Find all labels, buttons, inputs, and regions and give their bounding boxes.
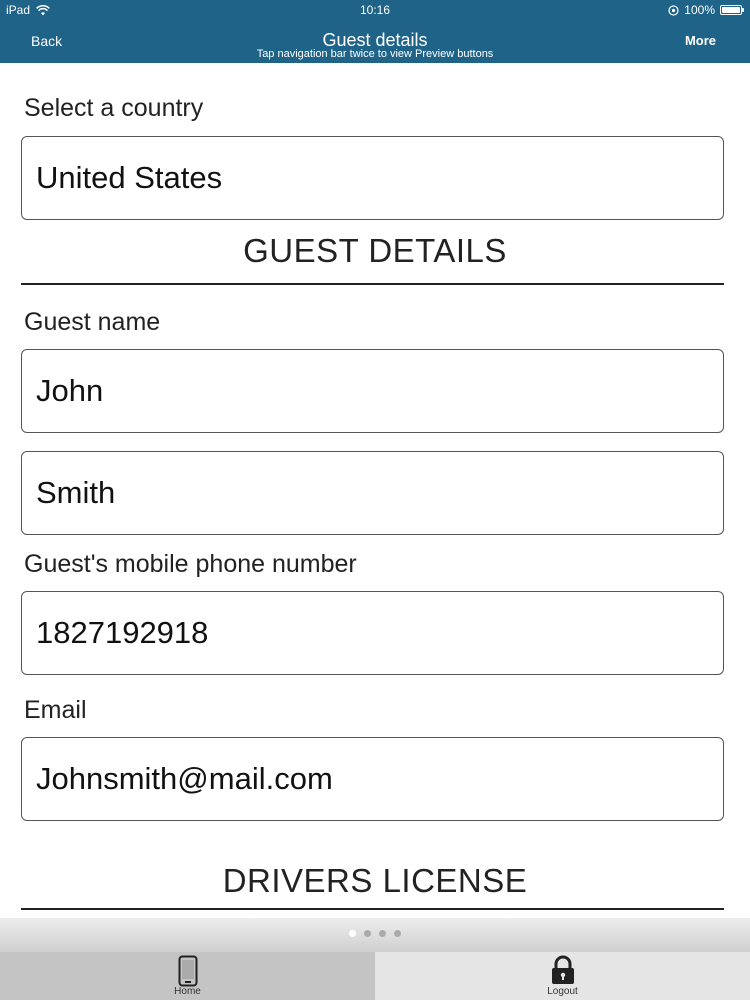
phone-input[interactable] xyxy=(21,591,724,675)
country-select[interactable] xyxy=(21,136,724,220)
drivers-license-divider xyxy=(21,908,724,910)
status-time: 10:16 xyxy=(359,3,391,17)
tab-home-label: Home xyxy=(174,986,201,997)
country-label: Select a country xyxy=(24,94,204,122)
last-name-input[interactable] xyxy=(21,451,724,535)
email-input[interactable] xyxy=(21,737,724,821)
status-right: 100% xyxy=(668,3,744,17)
more-button[interactable]: More xyxy=(685,33,716,48)
guest-details-divider xyxy=(21,283,724,285)
page-dot-3[interactable] xyxy=(379,930,386,937)
email-label: Email xyxy=(24,696,87,724)
phone-label: Guest's mobile phone number xyxy=(24,550,357,578)
tab-logout[interactable]: Logout xyxy=(375,952,750,1000)
navigation-bar[interactable]: iPad 10:16 100% Back Guest details Tap n… xyxy=(0,0,750,63)
page-dot-4[interactable] xyxy=(394,930,401,937)
page-indicator-bar xyxy=(0,918,750,952)
drivers-license-heading: DRIVERS LICENSE xyxy=(222,862,528,899)
guest-details-heading: GUEST DETAILS xyxy=(243,232,507,269)
battery-icon xyxy=(720,5,744,15)
tab-home[interactable]: Home xyxy=(0,952,375,1000)
orientation-lock-icon xyxy=(668,4,679,16)
battery-percent: 100% xyxy=(684,3,715,17)
page-title: Guest details xyxy=(322,30,428,50)
tab-bar: Home Logout xyxy=(0,952,750,1000)
page-dot-2[interactable] xyxy=(364,930,371,937)
guest-name-label: Guest name xyxy=(24,308,161,336)
page-indicator[interactable] xyxy=(0,930,750,937)
page-dot-1[interactable] xyxy=(349,930,356,937)
phone-icon xyxy=(178,955,197,987)
page-subtitle: Tap navigation bar twice to view Preview… xyxy=(256,48,494,60)
first-name-input[interactable] xyxy=(21,349,724,433)
lock-icon xyxy=(551,955,574,984)
tab-logout-label: Logout xyxy=(547,986,578,997)
